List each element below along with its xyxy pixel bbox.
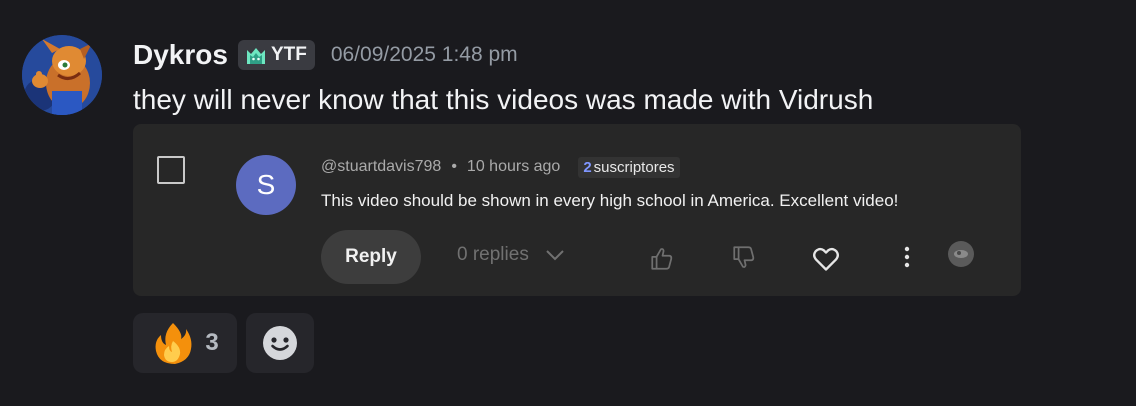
message-timestamp: 06/09/2025 1:48 pm: [330, 43, 518, 66]
thumbs-up-icon[interactable]: [647, 244, 677, 274]
replies-toggle[interactable]: 0 replies: [457, 244, 565, 266]
add-reaction-button[interactable]: [246, 313, 314, 373]
server-tag[interactable]: YTF: [237, 40, 315, 70]
badge-icon: [946, 240, 976, 268]
fire-icon: [155, 323, 192, 364]
cat-icon: [246, 48, 265, 64]
chat-message: Dykros YTF 06/09/2025 1:48 pm they will …: [0, 0, 1136, 406]
reactions-bar: 3: [133, 313, 314, 373]
server-tag-label: YTF: [270, 44, 307, 65]
message-content: they will never know that this videos wa…: [133, 84, 874, 115]
add-reaction-icon: [263, 326, 297, 360]
reaction-count: 3: [205, 329, 219, 356]
meta-separator: •: [451, 158, 457, 175]
subscriber-count: 2: [583, 158, 592, 176]
thumbs-down-icon[interactable]: [729, 242, 759, 272]
subscriber-label: suscriptores: [593, 158, 675, 176]
chevron-down-icon: [546, 250, 564, 261]
reaction-fire[interactable]: 3: [133, 313, 237, 373]
reply-button[interactable]: Reply: [321, 230, 421, 284]
commenter-avatar-letter: S: [256, 169, 276, 200]
more-vertical-icon[interactable]: [895, 244, 919, 270]
subscriber-badge: 2 suscriptores: [578, 156, 680, 178]
comment-time-ago: 10 hours ago: [466, 158, 561, 175]
commenter-handle[interactable]: @stuartdavis798: [321, 158, 441, 176]
comment-meta: @stuartdavis798 • 10 hours ago 2 suscript…: [321, 155, 680, 179]
avatar-image: [22, 35, 102, 115]
replies-label: 0 replies: [457, 244, 529, 265]
commenter-avatar[interactable]: S: [236, 155, 296, 215]
comment-text: This video should be shown in every high…: [321, 191, 899, 210]
reply-button-label: Reply: [345, 246, 397, 267]
message-header: Dykros YTF 06/09/2025 1:48 pm: [133, 36, 518, 74]
heart-icon[interactable]: [809, 242, 843, 276]
user-avatar[interactable]: [22, 35, 102, 115]
checkbox-icon[interactable]: [157, 156, 185, 184]
username[interactable]: Dykros: [133, 39, 228, 71]
attached-screenshot[interactable]: S @stuartdavis798 • 10 hours ago 2 suscri…: [133, 124, 1021, 296]
